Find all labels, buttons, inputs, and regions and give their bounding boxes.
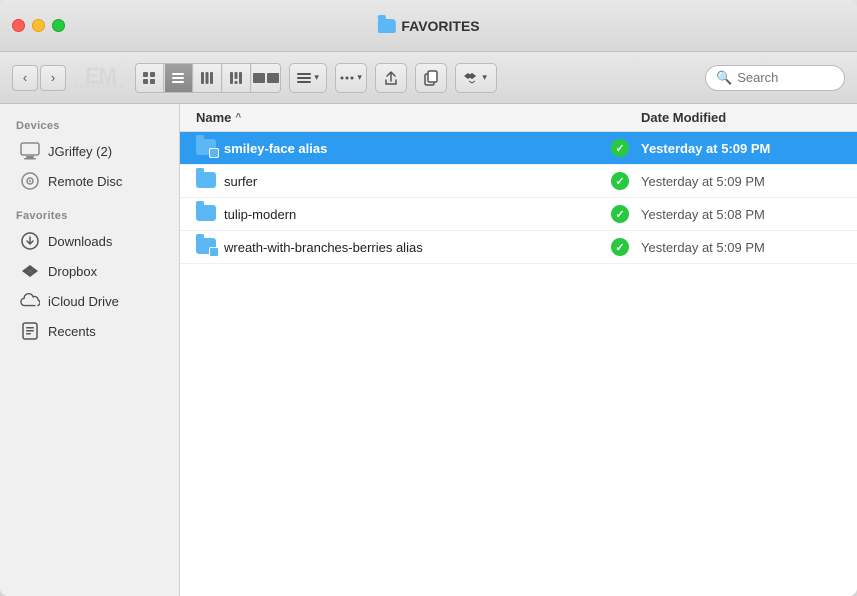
file-name: tulip-modern xyxy=(224,207,611,222)
devices-header: Devices xyxy=(0,116,179,136)
sidebar-item-dropbox[interactable]: Dropbox xyxy=(4,256,175,286)
file-date: Yesterday at 5:09 PM xyxy=(641,174,841,189)
action-button[interactable]: ▾ xyxy=(335,63,367,93)
col-name-header[interactable]: Name ^ xyxy=(196,110,641,125)
folder-title-icon xyxy=(377,19,395,33)
recents-label: Recents xyxy=(48,324,96,339)
title-bar: FAVORITES xyxy=(0,0,857,52)
favorites-header: Favorites xyxy=(0,206,179,226)
file-icon xyxy=(196,139,218,157)
close-button[interactable] xyxy=(12,19,25,32)
file-name: smiley-face alias xyxy=(224,141,611,156)
column-view-button[interactable] xyxy=(194,64,222,92)
col-name-label: Name xyxy=(196,110,231,125)
downloads-label: Downloads xyxy=(48,234,112,249)
em-logo: EM DIGITIZER xyxy=(74,65,127,90)
col-date-label: Date Modified xyxy=(641,110,726,125)
main-content: Devices JGriffey (2) xyxy=(0,104,857,596)
disc-icon xyxy=(20,171,40,191)
search-box[interactable]: 🔍 xyxy=(705,65,845,91)
folder-alias-icon xyxy=(196,139,216,155)
logo-sub: DIGITIZER xyxy=(74,83,127,90)
search-input[interactable] xyxy=(737,70,834,85)
file-list-area: Name ^ Date Modified smiley-face alias Y… xyxy=(180,104,857,596)
file-icon xyxy=(196,172,218,190)
list-view-button[interactable] xyxy=(165,64,193,92)
back-button[interactable]: ‹ xyxy=(12,65,38,91)
icon-view-button[interactable] xyxy=(136,64,164,92)
search-icon: 🔍 xyxy=(716,70,732,86)
file-date: Yesterday at 5:08 PM xyxy=(641,207,841,222)
finder-window: FAVORITES ‹ › EM DIGITIZER xyxy=(0,0,857,596)
file-date: Yesterday at 5:09 PM xyxy=(641,141,841,156)
dropbox-button[interactable]: ▾ xyxy=(455,63,497,93)
table-row[interactable]: tulip-modern Yesterday at 5:08 PM xyxy=(180,198,857,231)
arrange-button[interactable]: ▾ xyxy=(289,63,327,93)
dropbox-sidebar-icon xyxy=(20,261,40,281)
status-badge xyxy=(611,172,629,190)
file-icon xyxy=(196,238,218,256)
folder-icon xyxy=(196,172,216,188)
folder-alias-icon xyxy=(196,238,216,254)
downloads-icon xyxy=(20,231,40,251)
computer-icon xyxy=(20,141,40,161)
file-name: wreath-with-branches-berries alias xyxy=(224,240,611,255)
file-list-header: Name ^ Date Modified xyxy=(180,104,857,132)
table-row[interactable]: smiley-face alias Yesterday at 5:09 PM xyxy=(180,132,857,165)
table-row[interactable]: surfer Yesterday at 5:09 PM xyxy=(180,165,857,198)
gallery-view-button[interactable] xyxy=(223,64,251,92)
title-text: FAVORITES xyxy=(401,18,479,34)
jgriffey-label: JGriffey (2) xyxy=(48,144,112,159)
table-row[interactable]: wreath-with-branches-berries alias Yeste… xyxy=(180,231,857,264)
share-button[interactable] xyxy=(375,63,407,93)
minimize-button[interactable] xyxy=(32,19,45,32)
file-list: smiley-face alias Yesterday at 5:09 PM s… xyxy=(180,132,857,596)
view-buttons xyxy=(135,63,281,93)
maximize-button[interactable] xyxy=(52,19,65,32)
recents-icon xyxy=(20,321,40,341)
sort-arrow: ^ xyxy=(235,112,241,123)
file-name: surfer xyxy=(224,174,611,189)
col-date-header[interactable]: Date Modified xyxy=(641,110,841,125)
icloud-label: iCloud Drive xyxy=(48,294,119,309)
file-date: Yesterday at 5:09 PM xyxy=(641,240,841,255)
status-badge xyxy=(611,139,629,157)
sidebar: Devices JGriffey (2) xyxy=(0,104,180,596)
arrange-view-button[interactable] xyxy=(252,64,280,92)
file-icon xyxy=(196,205,218,223)
window-title: FAVORITES xyxy=(377,18,479,34)
status-badge xyxy=(611,238,629,256)
forward-button[interactable]: › xyxy=(40,65,66,91)
sidebar-item-recents[interactable]: Recents xyxy=(4,316,175,346)
sidebar-item-jgriffey[interactable]: JGriffey (2) xyxy=(4,136,175,166)
toolbar: ‹ › EM DIGITIZER xyxy=(0,52,857,104)
folder-icon xyxy=(196,205,216,221)
status-badge xyxy=(611,205,629,223)
copy-button[interactable] xyxy=(415,63,447,93)
icloud-icon xyxy=(20,291,40,311)
dropbox-label: Dropbox xyxy=(48,264,97,279)
sidebar-item-icloud[interactable]: iCloud Drive xyxy=(4,286,175,316)
nav-buttons: ‹ › xyxy=(12,65,66,91)
remote-disc-label: Remote Disc xyxy=(48,174,122,189)
sidebar-item-downloads[interactable]: Downloads xyxy=(4,226,175,256)
sidebar-item-remote-disc[interactable]: Remote Disc xyxy=(4,166,175,196)
traffic-lights xyxy=(12,19,65,32)
